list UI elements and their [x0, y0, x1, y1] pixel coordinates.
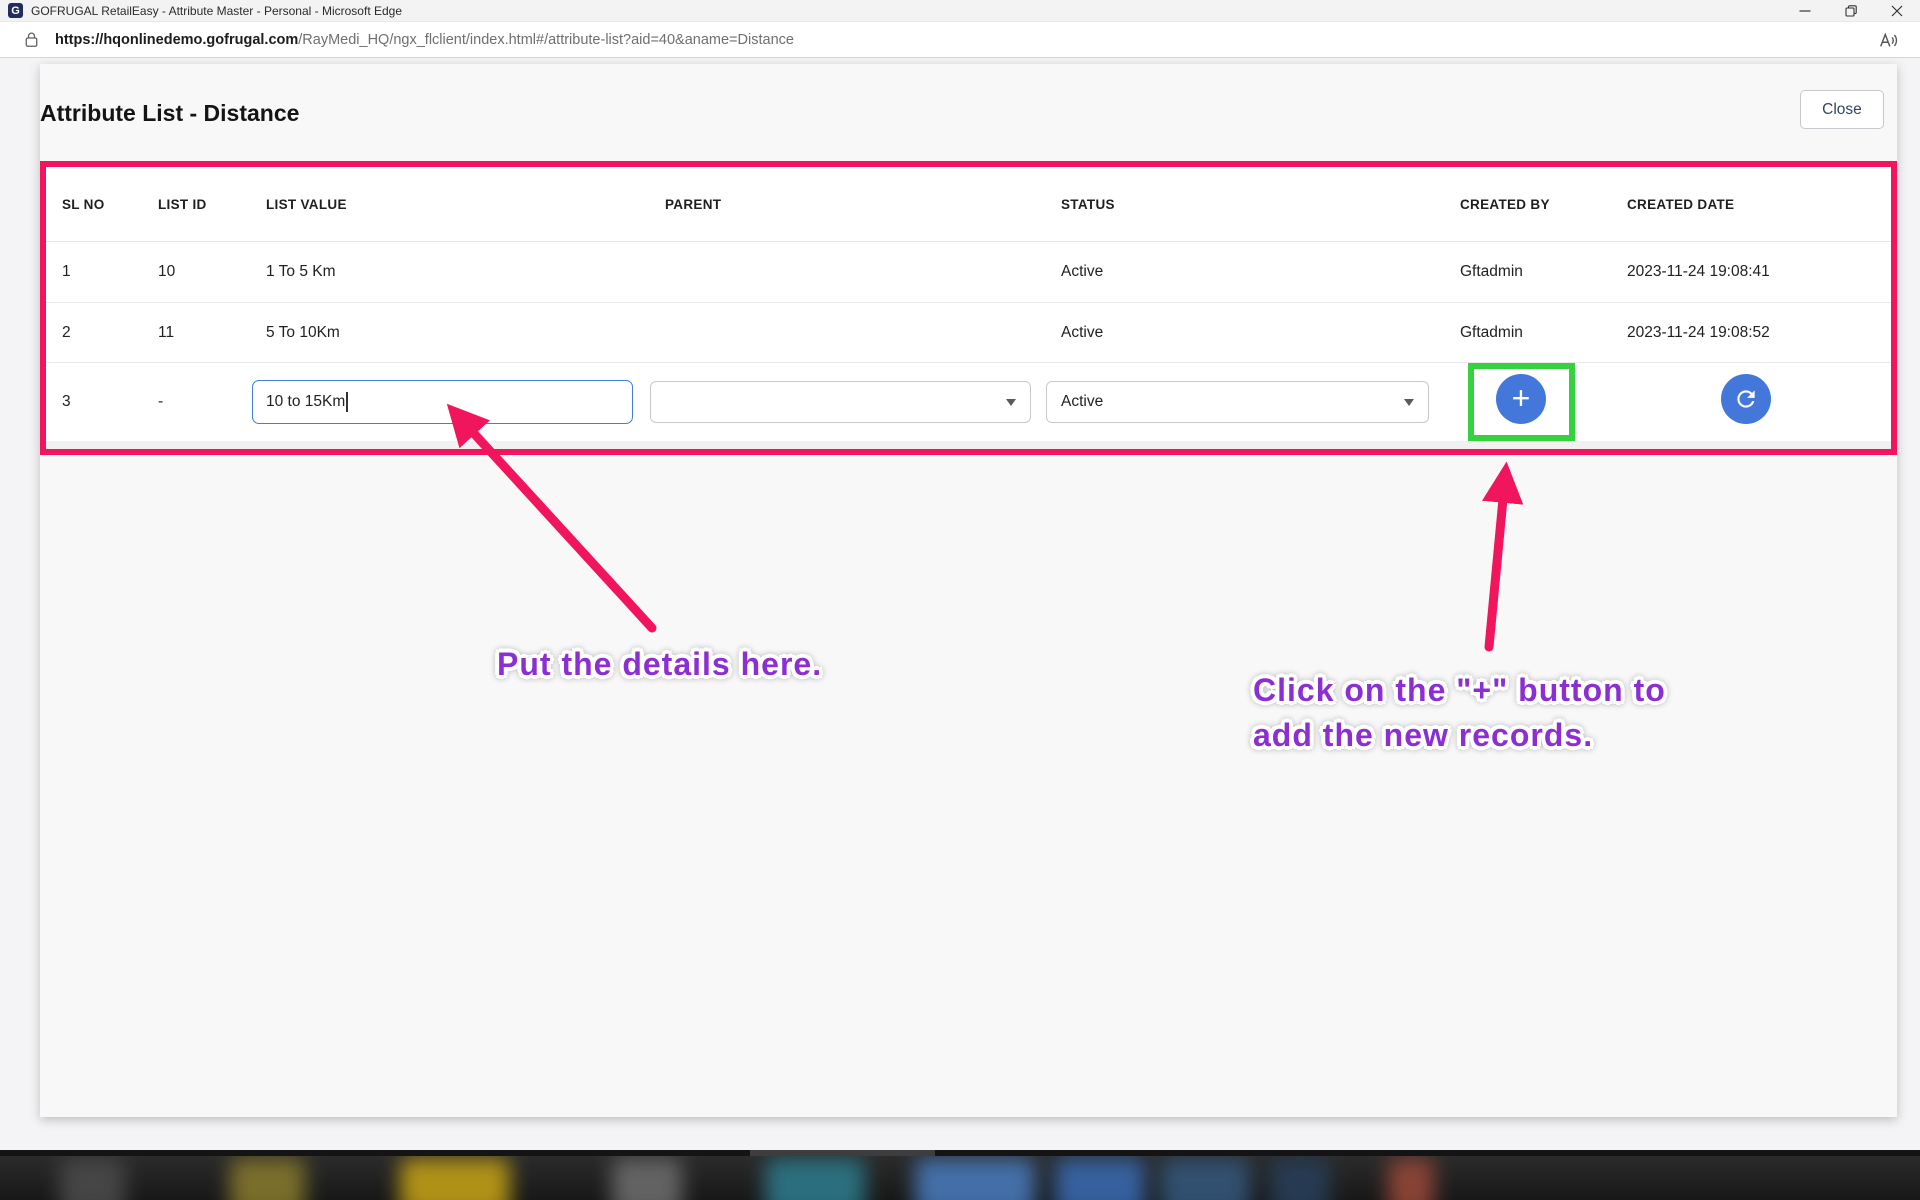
- close-button[interactable]: Close: [1800, 90, 1884, 129]
- cell-list-value-edit: 10 to 15Km: [266, 380, 665, 424]
- url-domain: https://hqonlinedemo.gofrugal.com: [55, 32, 298, 48]
- close-window-button[interactable]: [1874, 0, 1920, 22]
- list-value-input[interactable]: 10 to 15Km: [252, 380, 633, 424]
- table-header-row: SL NO LIST ID LIST VALUE PARENT STATUS C…: [46, 167, 1891, 242]
- cell-created-by: Gftadmin: [1460, 324, 1627, 342]
- minimize-button[interactable]: [1782, 0, 1828, 22]
- cell-status: Active: [1061, 263, 1460, 281]
- cell-created-date: 2023-11-24 19:08:52: [1627, 324, 1891, 342]
- status-dropdown[interactable]: Active: [1046, 381, 1429, 423]
- taskbar-app-blob: [1388, 1158, 1434, 1200]
- window-controls: [1782, 0, 1920, 22]
- refresh-button[interactable]: [1721, 374, 1771, 424]
- list-value-input-text: 10 to 15Km: [266, 393, 345, 411]
- read-aloud-icon: [1877, 30, 1899, 50]
- gofrugal-favicon-icon: G: [8, 3, 23, 18]
- taskbar-app-blob: [1270, 1158, 1330, 1200]
- taskbar-app-blob: [400, 1158, 510, 1200]
- column-header-list-id: LIST ID: [158, 197, 266, 212]
- address-bar[interactable]: https://hqonlinedemo.gofrugal.com/RayMed…: [0, 22, 1920, 58]
- new-record-row: 3 - 10 to 15Km Active: [46, 363, 1891, 441]
- cell-sl-no: 2: [62, 324, 158, 342]
- status-dropdown-value: Active: [1061, 393, 1103, 411]
- annotation-click-plus-line1: Click on the "+" button to: [1253, 668, 1666, 713]
- taskbar-app-blob: [60, 1158, 125, 1200]
- parent-dropdown[interactable]: [650, 381, 1031, 423]
- taskbar-strip: [0, 1150, 1920, 1200]
- window-titlebar: G GOFRUGAL RetailEasy - Attribute Master…: [0, 0, 1920, 22]
- restore-button[interactable]: [1828, 0, 1874, 22]
- cell-list-id: 10: [158, 263, 266, 281]
- taskbar-top-edge: [0, 1150, 1920, 1156]
- taskbar-app-blob: [1055, 1158, 1145, 1200]
- taskbar-app-blob: [765, 1158, 865, 1200]
- chevron-down-icon: [1404, 399, 1414, 406]
- restore-icon: [1845, 5, 1857, 17]
- minimize-icon: [1799, 5, 1811, 17]
- chevron-down-icon: [1006, 399, 1016, 406]
- lock-icon: [24, 31, 39, 48]
- column-header-parent: PARENT: [665, 197, 1061, 212]
- edge-window: G GOFRUGAL RetailEasy - Attribute Master…: [0, 0, 1920, 1200]
- site-info-button[interactable]: [24, 31, 39, 48]
- cell-refresh-action: [1627, 380, 1891, 424]
- cell-list-value: 5 To 10Km: [266, 324, 665, 342]
- cell-list-id: 11: [158, 324, 266, 342]
- green-highlight-box: [1468, 363, 1575, 441]
- read-aloud-button[interactable]: [1874, 27, 1902, 53]
- column-header-status: STATUS: [1061, 197, 1460, 212]
- close-icon: [1891, 5, 1903, 17]
- cell-sl-no: 1: [62, 263, 158, 281]
- window-title: GOFRUGAL RetailEasy - Attribute Master -…: [31, 4, 402, 18]
- url-path: /RayMedi_HQ/ngx_flclient/index.html#/att…: [298, 32, 794, 48]
- column-header-list-value: LIST VALUE: [266, 197, 665, 212]
- cell-created-by: Gftadmin: [1460, 263, 1627, 281]
- cell-status: Active: [1061, 324, 1460, 342]
- column-header-created-date: CREATED DATE: [1627, 197, 1891, 212]
- attribute-list-table: SL NO LIST ID LIST VALUE PARENT STATUS C…: [40, 161, 1897, 455]
- cell-list-id: -: [158, 393, 266, 411]
- taskbar-app-blob: [1160, 1158, 1250, 1200]
- url-text: https://hqonlinedemo.gofrugal.com/RayMed…: [55, 32, 794, 48]
- taskbar-app-blob: [612, 1158, 682, 1200]
- column-header-sl-no: SL NO: [62, 197, 158, 212]
- table-row: 1 10 1 To 5 Km Active Gftadmin 2023-11-2…: [46, 242, 1891, 303]
- text-cursor: [346, 392, 348, 412]
- cell-created-date: 2023-11-24 19:08:41: [1627, 263, 1891, 281]
- taskbar-app-blob: [230, 1158, 305, 1200]
- taskbar-top-edge-highlight: [750, 1150, 935, 1156]
- cell-sl-no: 3: [62, 393, 158, 411]
- column-header-created-by: CREATED BY: [1460, 197, 1627, 212]
- taskbar-app-blob: [915, 1158, 1035, 1200]
- annotation-put-details: Put the details here.: [497, 646, 822, 683]
- cell-list-value: 1 To 5 Km: [266, 263, 665, 281]
- page-title: Attribute List - Distance: [40, 100, 299, 127]
- table-row: 2 11 5 To 10Km Active Gftadmin 2023-11-2…: [46, 303, 1891, 363]
- refresh-icon: [1733, 386, 1759, 412]
- cell-parent-edit: [665, 381, 1061, 423]
- cell-status-edit: Active: [1061, 381, 1460, 423]
- annotation-click-plus: Click on the "+" button to add the new r…: [1253, 668, 1666, 758]
- annotation-click-plus-line2: add the new records.: [1253, 713, 1666, 758]
